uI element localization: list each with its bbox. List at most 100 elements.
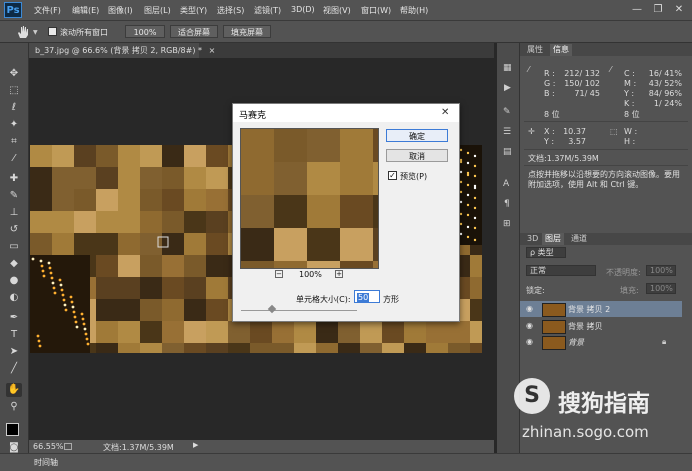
status-menu-icon[interactable]: [64, 443, 72, 450]
line-tool-icon[interactable]: ╱: [6, 362, 22, 376]
visibility-eye-icon[interactable]: ◉: [526, 304, 536, 314]
cell-size-slider-track[interactable]: [241, 310, 357, 311]
cancel-button[interactable]: 取消: [386, 149, 448, 162]
menu-select[interactable]: 选择(S): [217, 5, 244, 16]
zoom-out-icon[interactable]: −: [275, 270, 283, 278]
history-panel-icon[interactable]: ▦: [503, 63, 512, 73]
city-light: [51, 281, 55, 285]
menu-edit[interactable]: 编辑(E): [72, 5, 99, 16]
menu-file[interactable]: 文件(F): [34, 5, 61, 16]
paint-bucket-icon[interactable]: ◆: [6, 257, 22, 271]
timeline-label[interactable]: 时间轴: [34, 457, 58, 468]
menu-filter[interactable]: 滤镜(T): [254, 5, 281, 16]
layer-row[interactable]: ◉ 背景 拷贝 2: [520, 301, 682, 317]
layer-name[interactable]: 背景 拷贝 2: [568, 304, 610, 315]
zoom-level[interactable]: 66.55%: [33, 442, 64, 451]
menu-layer[interactable]: 图层(L): [144, 5, 171, 16]
eraser-tool-icon[interactable]: ▭: [6, 240, 22, 254]
layer-name[interactable]: 背景 拷贝: [568, 321, 603, 332]
hand-tool-active-icon[interactable]: ✋: [6, 383, 22, 397]
visibility-eye-icon[interactable]: ◉: [526, 337, 536, 347]
type-tool-icon[interactable]: T: [6, 328, 22, 342]
layer-row[interactable]: ◉ 背景 拷贝: [520, 318, 682, 334]
b-value: 71/ 45: [574, 89, 600, 98]
layer-thumbnail: [542, 320, 566, 334]
ok-button[interactable]: 确定: [386, 129, 448, 142]
mosaic-cell: [340, 129, 373, 162]
menu-3d[interactable]: 3D(D): [291, 5, 315, 14]
mosaic-cell: [140, 167, 162, 189]
opacity-field[interactable]: 100%: [646, 265, 676, 276]
brush-tool-icon[interactable]: ✎: [6, 189, 22, 203]
eyedropper-icon[interactable]: ⁄: [6, 152, 22, 166]
path-select-icon[interactable]: ➤: [6, 345, 22, 359]
city-light: [459, 180, 463, 184]
layer-name[interactable]: 背景: [568, 337, 584, 348]
mosaic-cell: [206, 211, 228, 233]
magic-wand-icon[interactable]: ✦: [6, 118, 22, 132]
mosaic-cell: [118, 277, 140, 299]
fill-field[interactable]: 100%: [646, 283, 676, 294]
zoom-100-button[interactable]: 100%: [125, 25, 165, 38]
move-tool-icon[interactable]: ✥: [6, 67, 22, 81]
crop-tool-icon[interactable]: ⌗: [6, 135, 22, 149]
tool-presets-icon[interactable]: ⊞: [503, 219, 511, 229]
pen-tool-icon[interactable]: ✒: [6, 311, 22, 325]
lasso-tool-icon[interactable]: ℓ: [6, 101, 22, 115]
dodge-tool-icon[interactable]: ◐: [6, 291, 22, 305]
history-brush-icon[interactable]: ↺: [6, 223, 22, 237]
swatches-panel-icon[interactable]: ▤: [503, 147, 512, 157]
zoom-tool-icon[interactable]: ⚲: [6, 400, 22, 414]
city-light: [59, 283, 63, 287]
hand-tool-icon[interactable]: [16, 25, 30, 39]
mosaic-cell: [241, 129, 274, 162]
tab-channels[interactable]: 通道: [568, 233, 590, 245]
blur-tool-icon[interactable]: ●: [6, 274, 22, 288]
menu-type[interactable]: 类型(Y): [180, 5, 207, 16]
filter-preview[interactable]: [240, 128, 379, 269]
scroll-all-checkbox[interactable]: [48, 27, 57, 36]
layer-filter-dropdown[interactable]: ρ 类型: [526, 247, 566, 258]
w-label: W :: [624, 127, 638, 136]
menu-view[interactable]: 视图(V): [323, 5, 351, 16]
brush-panel-icon[interactable]: ✎: [503, 107, 511, 117]
tab-close-icon[interactable]: ×: [209, 46, 216, 55]
marquee-tool-icon[interactable]: ⬚: [6, 84, 22, 98]
menu-help[interactable]: 帮助(H): [400, 5, 428, 16]
adjust-panel-icon[interactable]: ☰: [503, 127, 511, 137]
clone-stamp-icon[interactable]: ⊥: [6, 206, 22, 220]
fit-screen-button[interactable]: 适合屏幕: [170, 25, 218, 38]
tool-preset-arrow-icon[interactable]: ▼: [33, 29, 38, 36]
character-panel-icon[interactable]: A: [503, 179, 509, 189]
menu-window[interactable]: 窗口(W): [361, 5, 391, 16]
paragraph-panel-icon[interactable]: ¶: [504, 199, 510, 209]
blend-mode-dropdown[interactable]: 正常: [526, 265, 596, 276]
zoom-in-icon[interactable]: +: [335, 270, 343, 278]
fill-screen-button[interactable]: 填充屏幕: [223, 25, 271, 38]
layer-row[interactable]: ◉ 背景 🔒︎: [520, 334, 682, 350]
cell-size-input[interactable]: 50: [354, 290, 380, 303]
tab-layers[interactable]: 图层: [542, 233, 564, 245]
options-bar: ▼ 滚动所有窗口 100% 适合屏幕 填充屏幕: [0, 21, 692, 43]
status-bar: 66.55% 文档:1.37M/5.39M ▶: [29, 440, 494, 453]
visibility-eye-icon[interactable]: ◉: [526, 321, 536, 331]
g-value: 150/ 102: [564, 79, 600, 88]
restore-icon[interactable]: ❐: [651, 3, 665, 17]
tab-properties[interactable]: 属性: [524, 44, 546, 56]
dialog-close-icon[interactable]: ✕: [441, 107, 449, 118]
y-value: 84/ 96%: [648, 89, 682, 98]
status-arrow-icon[interactable]: ▶: [193, 441, 198, 449]
minimize-icon[interactable]: —: [630, 3, 644, 17]
sogou-logo: S: [514, 378, 550, 414]
close-window-icon[interactable]: ✕: [672, 3, 686, 17]
tab-info[interactable]: 信息: [550, 44, 572, 56]
document-tab[interactable]: b_37.jpg @ 66.6% (背景 拷贝 2, RGB/8#) * ×: [29, 43, 215, 58]
healing-brush-icon[interactable]: ✚: [6, 172, 22, 186]
actions-panel-icon[interactable]: ▶: [504, 83, 511, 93]
preview-checkbox[interactable]: ✓: [388, 171, 397, 180]
foreground-color-swatch[interactable]: [6, 423, 19, 436]
menu-image[interactable]: 图像(I): [108, 5, 133, 16]
cell-size-slider-thumb[interactable]: [267, 304, 277, 314]
tab-3d[interactable]: 3D: [524, 233, 541, 245]
scroll-all-label: 滚动所有窗口: [60, 28, 108, 37]
